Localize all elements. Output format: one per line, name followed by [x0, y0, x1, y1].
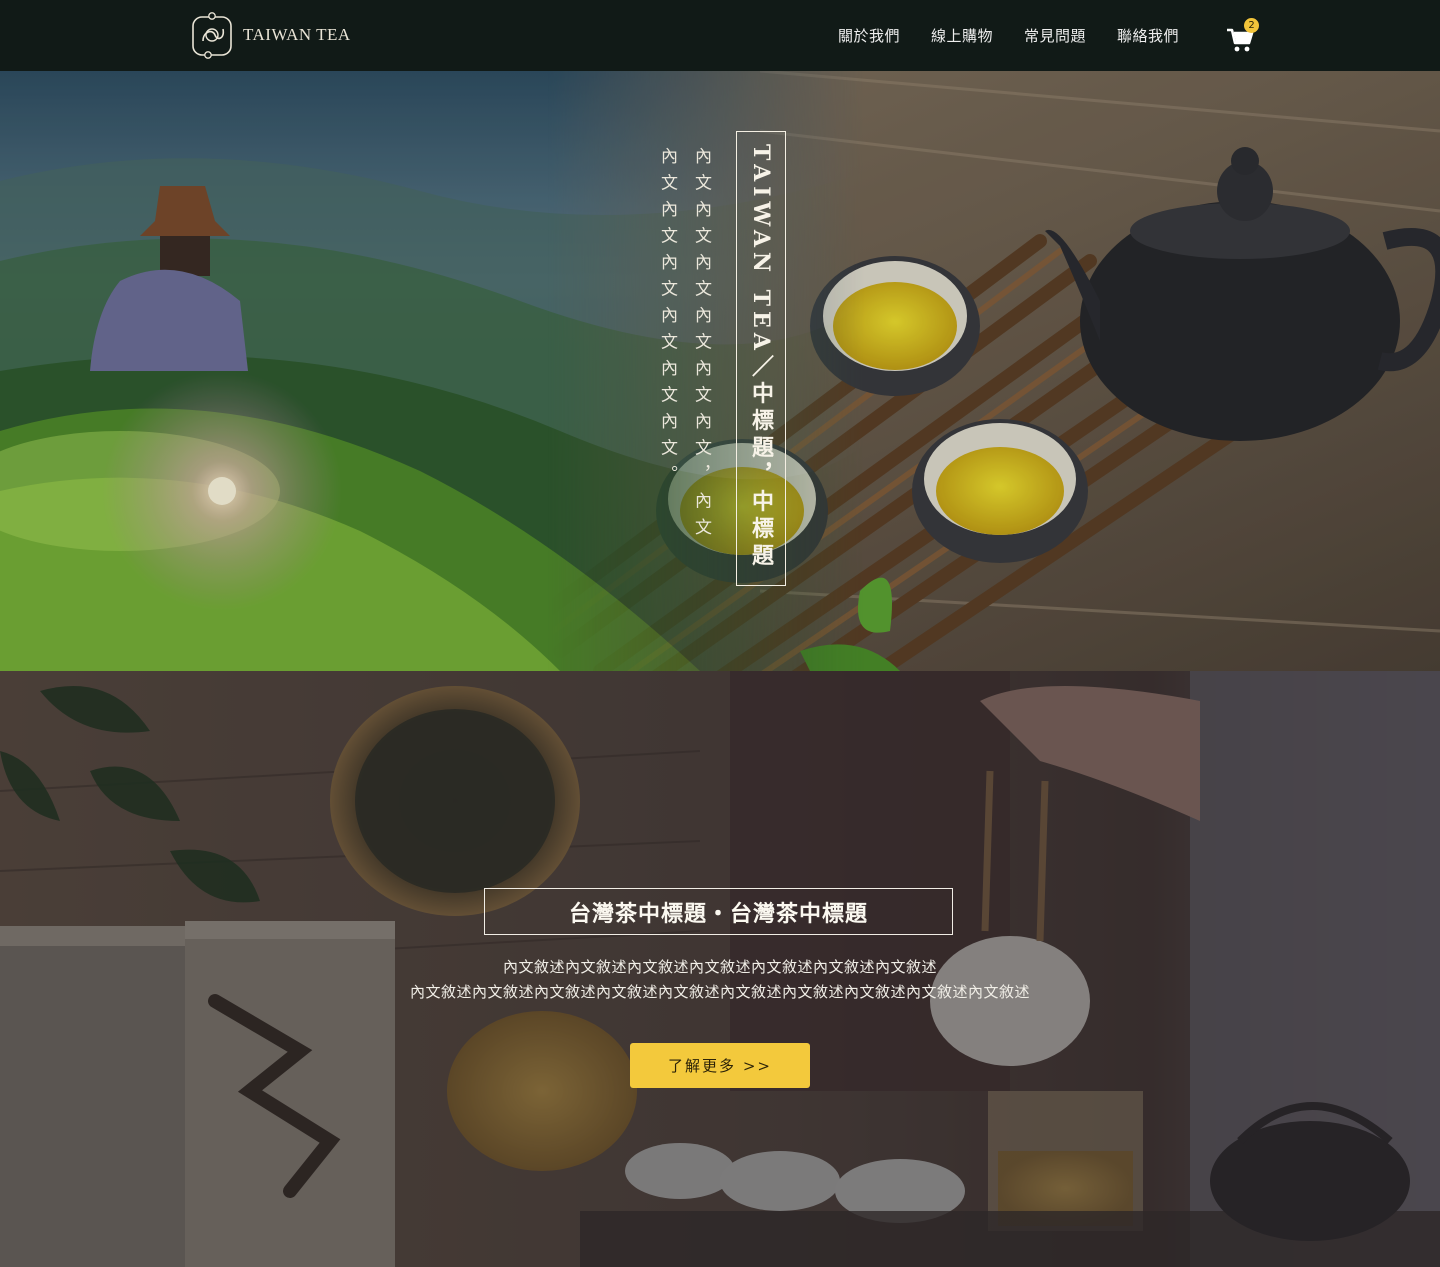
hero-banner: TAIWAN TEA／中標題，中標題 內文內文內文內文內文內文，內文內文內文內文… — [0, 71, 1440, 671]
feature-title: 台灣茶中標題・台灣茶中標題 — [568, 900, 868, 927]
feature-title-box: 台灣茶中標題・台灣茶中標題 — [484, 888, 953, 935]
feature-section: 台灣茶中標題・台灣茶中標題 內文敘述內文敘述內文敘述內文敘述內文敘述內文敘述內文… — [0, 671, 1440, 1267]
main-nav: 關於我們 線上購物 常見問題 聯絡我們 — [838, 26, 1179, 46]
cart-count-badge: 2 — [1244, 18, 1259, 33]
tea-leaf-swirl-logo-icon — [192, 12, 232, 59]
learn-more-button[interactable]: 了解更多 >> — [630, 1043, 810, 1088]
hero-title-box: TAIWAN TEA／中標題，中標題 — [736, 131, 786, 586]
hero-body-text: 內文內文內文內文內文內文，內文內文內文內文內文內文內文。 — [657, 147, 711, 545]
hero-background-image — [0, 71, 1440, 671]
nav-online-shop[interactable]: 線上購物 — [931, 26, 993, 46]
feature-description-line-1: 內文敘述內文敘述內文敘述內文敘述內文敘述內文敘述內文敘述 — [502, 958, 937, 976]
hero-title: TAIWAN TEA／中標題，中標題 — [748, 144, 774, 571]
cart-button[interactable]: 2 — [1226, 18, 1259, 53]
feature-description-line-2: 內文敘述內文敘述內文敘述內文敘述內文敘述內文敘述內文敘述內文敘述內文敘述內文敘述 — [409, 983, 1030, 1001]
brand-name: TAIWAN TEA — [243, 25, 351, 44]
feature-description: 內文敘述內文敘述內文敘述內文敘述內文敘述內文敘述內文敘述 內文敘述內文敘述內文敘… — [320, 955, 1120, 1005]
top-navbar: TAIWAN TEA 關於我們 線上購物 常見問題 聯絡我們 2 — [0, 0, 1440, 71]
nav-about-us[interactable]: 關於我們 — [838, 26, 900, 46]
nav-contact-us[interactable]: 聯絡我們 — [1117, 26, 1179, 46]
nav-faq[interactable]: 常見問題 — [1024, 26, 1086, 46]
brand-link[interactable]: TAIWAN TEA — [191, 11, 351, 59]
